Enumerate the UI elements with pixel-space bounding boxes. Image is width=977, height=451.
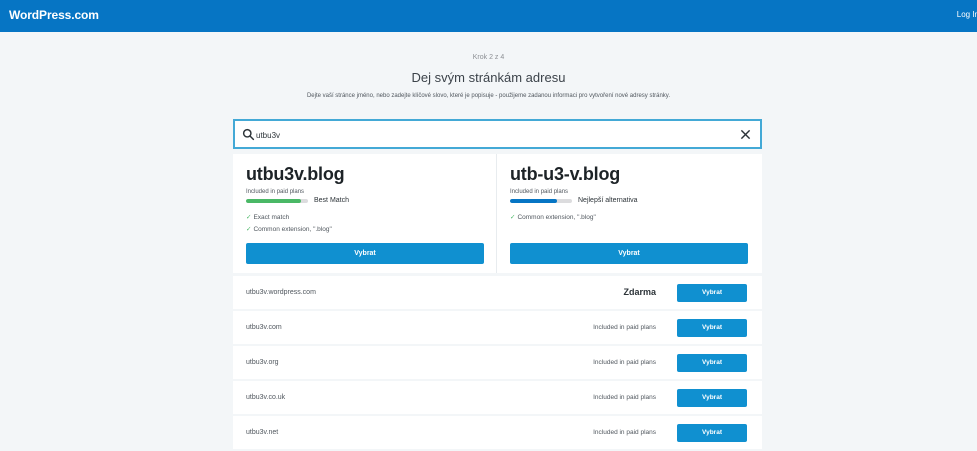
check-item: ✓ Common extension, ".blog" [510,214,596,221]
select-button[interactable]: Vybrat [677,389,747,407]
featured-suggestion-card: utb-u3-v.blog Included in paid plans Nej… [497,154,761,273]
paid-plans-note: Included in paid plans [510,189,569,195]
login-link[interactable]: Log In [957,10,977,19]
list-item: utbu3v.co.uk Included in paid plans Vybr… [233,381,762,416]
select-button[interactable]: Vybrat [677,424,747,442]
select-button[interactable]: Vybrat [510,243,748,264]
match-label: Best Match [314,197,350,204]
result-price: Included in paid plans [593,394,656,401]
result-domain-name: utbu3v.co.uk [246,394,286,401]
result-domain-name: utbu3v.wordpress.com [246,289,316,296]
page-title: Dej svým stránkám adresu [411,70,566,85]
result-price: Included in paid plans [593,324,656,331]
select-button[interactable]: Vybrat [677,284,747,302]
close-icon[interactable] [740,129,751,140]
paid-plans-note: Included in paid plans [246,189,305,195]
match-label: Nejlepší alternativa [578,197,638,204]
search-icon [242,128,255,141]
list-item: utbu3v.wordpress.com Zdarma Vybrat [233,276,762,311]
featured-domain-name: utbu3v.blog [246,164,345,184]
checkmark-icon: ✓ [246,226,252,233]
brand-logo-text[interactable]: WordPress.com [9,8,99,22]
checkmark-icon: ✓ [246,214,252,221]
top-bar: WordPress.com Log In [0,0,977,32]
select-button[interactable]: Vybrat [677,319,747,337]
featured-suggestions: utbu3v.blog Included in paid plans Best … [233,154,762,273]
result-domain-name: utbu3v.net [246,429,279,436]
featured-domain-name: utb-u3-v.blog [510,164,621,184]
featured-suggestion-card: utbu3v.blog Included in paid plans Best … [233,154,497,273]
result-price: Zdarma [623,287,656,297]
check-item: ✓ Exact match [246,214,290,221]
select-button[interactable]: Vybrat [246,243,484,264]
checkmark-icon: ✓ [510,214,516,221]
result-domain-name: utbu3v.com [246,324,282,331]
select-button[interactable]: Vybrat [677,354,747,372]
list-item: utbu3v.org Included in paid plans Vybrat [233,346,762,381]
page-subtitle: Dejte vaší stránce jméno, nebo zadejte k… [306,93,671,99]
list-item: utbu3v.net Included in paid plans Vybrat [233,416,762,451]
list-item: utbu3v.com Included in paid plans Vybrat [233,311,762,346]
step-indicator: Krok 2 z 4 [472,54,505,61]
match-meter [246,199,308,203]
check-item: ✓ Common extension, ".blog" [246,226,332,233]
match-meter [510,199,572,203]
result-price: Included in paid plans [593,359,656,366]
result-price: Included in paid plans [593,429,656,436]
domain-results-list: utbu3v.wordpress.com Zdarma Vybrat utbu3… [233,276,762,451]
result-domain-name: utbu3v.org [246,359,279,366]
domain-search-box[interactable] [233,119,762,149]
domain-search-input[interactable] [256,127,706,143]
